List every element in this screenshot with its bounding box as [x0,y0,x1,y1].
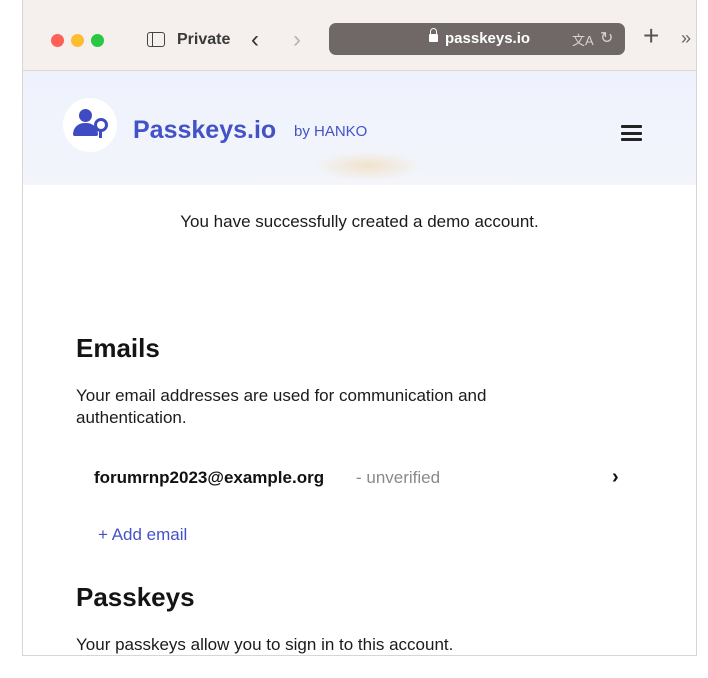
emails-heading: Emails [76,333,160,363]
logo-icon[interactable] [63,98,117,152]
chevron-right-icon[interactable]: › [612,466,619,489]
minimize-window-button[interactable] [71,34,84,47]
lock-icon [429,28,438,42]
passkeys-description: Your passkeys allow you to sign in to th… [76,635,454,654]
decorative-blur [313,151,423,181]
emails-description: Your email addresses are used for commun… [76,386,487,427]
sidebar-icon[interactable] [147,32,165,47]
plus-icon[interactable]: + [643,20,659,52]
url-text[interactable]: passkeys.io [445,30,530,47]
translate-icon[interactable]: 文A [572,30,594,49]
close-window-button[interactable] [51,34,64,47]
browser-window: Private ‹ › passkeys.io 文A ↻ + » Passkey… [22,0,697,656]
reload-icon[interactable]: ↻ [600,28,613,48]
email-address: forumrnp2023@example.org [94,468,325,487]
address-bar[interactable]: passkeys.io 文A ↻ [329,23,625,55]
forward-icon[interactable]: › [293,26,301,54]
email-status: - unverified [356,468,441,487]
passkeys-heading: Passkeys [76,582,195,612]
zoom-window-button[interactable] [91,34,104,47]
email-list-item[interactable]: forumrnp2023@example.org - unverified › [76,458,636,498]
hamburger-menu-icon[interactable] [621,125,642,141]
more-icon[interactable]: » [681,28,691,49]
private-label: Private [177,31,231,48]
browser-toolbar: Private ‹ › passkeys.io 文A ↻ + » [23,0,696,71]
logo-text[interactable]: Passkeys.io [133,116,276,145]
logo-byline: by HANKO [294,123,368,140]
back-icon[interactable]: ‹ [251,26,259,54]
success-message: You have successfully created a demo acc… [180,212,539,231]
person-icon [79,109,92,122]
site-header: Passkeys.io by HANKO [23,71,696,185]
add-email-link[interactable]: + Add email [98,525,187,545]
